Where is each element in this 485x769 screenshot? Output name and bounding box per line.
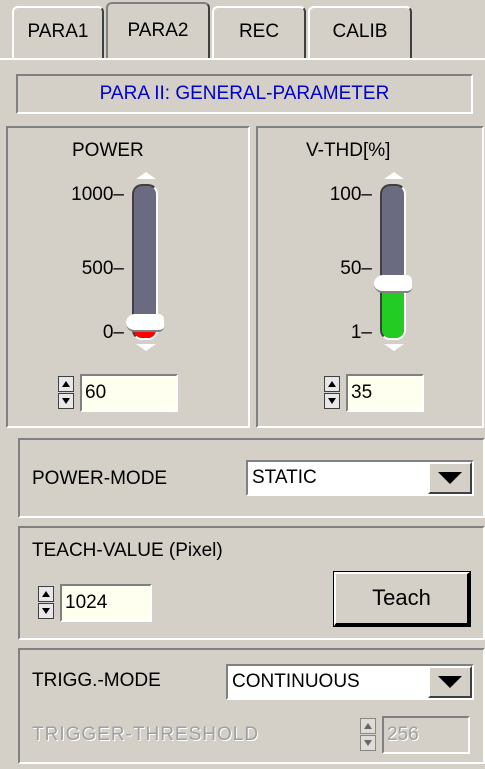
teach-panel: TEACH-VALUE (Pixel) 1024 Teach xyxy=(18,526,485,640)
tab-rec[interactable]: REC xyxy=(212,6,306,58)
power-tick-mid: 500– xyxy=(81,258,124,279)
vthd-tick-mid: 50– xyxy=(340,258,372,279)
decrement-icon xyxy=(360,735,376,751)
trigger-panel: TRIGG.-MODE CONTINUOUS TRIGGER-THRESHOLD… xyxy=(18,648,485,764)
chevron-down-icon[interactable] xyxy=(428,666,472,698)
power-slider-thumb[interactable] xyxy=(126,314,164,332)
power-mode-panel: POWER-MODE STATIC xyxy=(18,438,485,518)
vthd-tick-max: 100– xyxy=(329,184,372,205)
tab-calib[interactable]: CALIB xyxy=(308,6,412,58)
teach-value-label: TEACH-VALUE (Pixel) xyxy=(32,540,223,561)
vthd-slider-thumb[interactable] xyxy=(374,274,412,293)
power-value-input[interactable]: 60 xyxy=(80,374,178,412)
teach-value-input[interactable]: 1024 xyxy=(60,584,152,622)
slider-down-arrow-icon xyxy=(136,344,156,351)
vthd-slider[interactable] xyxy=(380,184,406,340)
trigger-threshold-spinner xyxy=(360,718,376,752)
power-spinner[interactable] xyxy=(58,376,74,410)
decrement-icon[interactable] xyxy=(324,393,340,409)
decrement-icon[interactable] xyxy=(38,603,54,619)
trigg-mode-selected: CONTINUOUS xyxy=(232,671,360,692)
power-panel: POWER 1000– 500– 0– 60 xyxy=(6,126,250,428)
teach-button[interactable]: Teach xyxy=(333,571,471,627)
increment-icon[interactable] xyxy=(38,586,54,602)
increment-icon xyxy=(360,718,376,734)
trigg-mode-label: TRIGG.-MODE xyxy=(32,670,161,691)
power-tick-max: 1000– xyxy=(71,184,124,205)
power-mode-select[interactable]: STATIC xyxy=(246,460,474,496)
teach-spinner[interactable] xyxy=(38,586,54,620)
slider-up-arrow-icon xyxy=(384,172,404,179)
power-tick-min: 0– xyxy=(102,322,124,343)
page-title: PARA II: GENERAL-PARAMETER xyxy=(16,74,473,114)
trigger-threshold-label: TRIGGER-THRESHOLD xyxy=(32,724,260,745)
slider-up-arrow-icon xyxy=(136,172,156,179)
vthd-panel: V-THD[%] 100– 50– 1– 35 xyxy=(256,126,484,428)
trigger-threshold-input: 256 xyxy=(382,716,470,754)
increment-icon[interactable] xyxy=(324,376,340,392)
tab-para2[interactable]: PARA2 xyxy=(106,2,210,58)
tab-para1[interactable]: PARA1 xyxy=(12,6,104,58)
chevron-down-icon[interactable] xyxy=(428,462,472,494)
vthd-label: V-THD[%] xyxy=(306,140,391,161)
vthd-value-input[interactable]: 35 xyxy=(346,374,424,412)
increment-icon[interactable] xyxy=(58,376,74,392)
trigg-mode-select[interactable]: CONTINUOUS xyxy=(226,664,474,700)
decrement-icon[interactable] xyxy=(58,393,74,409)
power-mode-selected: STATIC xyxy=(252,467,317,488)
tab-strip-line xyxy=(0,58,485,60)
power-mode-label: POWER-MODE xyxy=(32,468,168,489)
vthd-spinner[interactable] xyxy=(324,376,340,410)
vthd-tick-min: 1– xyxy=(350,322,372,343)
power-label: POWER xyxy=(72,140,144,161)
slider-down-arrow-icon xyxy=(384,344,404,351)
